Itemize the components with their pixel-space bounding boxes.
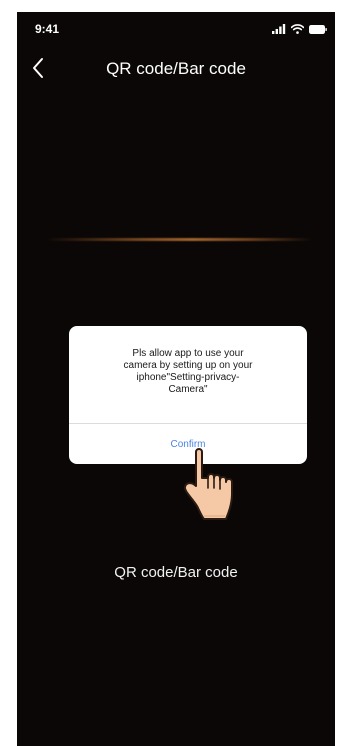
nav-bar: QR code/Bar code	[17, 52, 335, 88]
scan-line	[45, 238, 313, 241]
dialog-message-line: Camera"	[168, 384, 208, 395]
battery-icon	[309, 21, 327, 39]
dialog-message: Pls allow app to use your camera by sett…	[79, 348, 297, 396]
status-icons	[272, 24, 327, 36]
hand-pointer-icon	[180, 444, 238, 524]
scan-hint: QR code/Bar code	[114, 564, 238, 581]
dialog-message-line: Pls allow app to use your	[132, 348, 244, 359]
status-time: 9:41	[35, 22, 60, 36]
status-bar: 9:41	[17, 12, 335, 42]
dialog-message-line: iphone"Setting-privacy-	[136, 372, 240, 383]
dialog-message-line: camera by setting up on your	[123, 360, 253, 371]
phone-screen: 9:41 QR code/Bar code QR code/Bar code P…	[17, 12, 335, 746]
page-title: QR code/Bar code	[106, 59, 246, 78]
signal-icon	[272, 21, 286, 39]
wifi-icon	[290, 21, 305, 39]
